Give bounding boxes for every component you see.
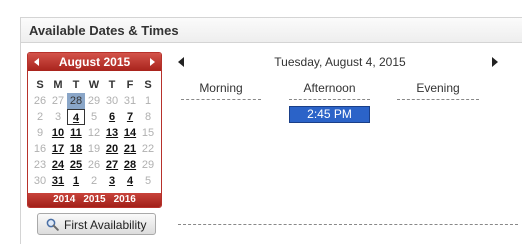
calendar-year-bar: 2014 2015 2016 [28,193,161,207]
calendar-day: 22 [141,143,155,155]
weekday-header: M [53,79,63,91]
calendar-day[interactable]: 20 [103,141,121,157]
calendar-day: 2 [90,175,98,187]
calendar-day: 31 [123,95,137,107]
calendar-day: 28 [67,93,85,109]
mini-calendar: August 2015 S M T W T F S 26 27 28 29 30 31 1 2 3 4 5 6 7 8 9… [27,52,162,208]
calendar-day: 30 [33,175,47,187]
time-slot-button[interactable]: 2:45 PM [289,106,370,123]
appointment-panel: Available Dates & Times August 2015 SMTW… [0,0,522,244]
next-month-icon[interactable] [150,58,155,66]
panel-title: Available Dates & Times [29,23,179,38]
calendar-day[interactable]: 11 [67,125,85,141]
year-link[interactable]: 2016 [114,194,136,205]
panel-header: Available Dates & Times [20,17,522,43]
magnifier-icon [46,218,59,231]
calendar-day[interactable]: 10 [49,125,67,141]
calendar-day: 19 [87,143,101,155]
calendar-day: 9 [36,127,44,139]
weekday-header: T [108,79,116,91]
calendar-day: 29 [141,159,155,171]
calendar-grid: S M T W T F S 26 27 28 29 30 31 1 2 3 4 5 6 7 8 9 10 11 12 13 14 15… [31,77,158,189]
calendar-day[interactable]: 28 [121,157,139,173]
calendar-day: 16 [33,143,47,155]
next-day-icon[interactable] [492,57,498,67]
calendar-day: 5 [144,175,152,187]
calendar-day: 15 [141,127,155,139]
calendar-month-label: August 2015 [58,55,131,69]
calendar-day[interactable]: 7 [121,109,139,125]
weekday-header: T [72,79,80,91]
calendar-day[interactable]: 24 [49,157,67,173]
calendar-day: 8 [144,111,152,123]
selected-date-label: Tuesday, August 4, 2015 [274,55,406,69]
calendar-day: 30 [105,95,119,107]
calendar-day[interactable]: 14 [121,125,139,141]
calendar-day[interactable]: 17 [49,141,67,157]
column-divider [397,99,479,100]
weekday-header: F [126,79,134,91]
calendar-day[interactable]: 3 [103,173,121,189]
first-availability-button[interactable]: First Availability [37,213,156,235]
column-divider [289,99,370,100]
calendar-day: 2 [36,111,44,123]
previous-day-icon[interactable] [178,57,184,67]
calendar-day[interactable]: 31 [49,173,67,189]
column-afternoon: Afternoon [303,81,356,95]
bottom-divider [178,224,518,225]
calendar-day-selected[interactable]: 4 [67,109,85,125]
calendar-day: 26 [33,95,47,107]
calendar-day: 26 [87,159,101,171]
calendar-day[interactable]: 18 [67,141,85,157]
calendar-day[interactable]: 4 [121,173,139,189]
year-link[interactable]: 2015 [83,194,105,205]
calendar-day[interactable]: 27 [103,157,121,173]
calendar-header: August 2015 [28,53,161,71]
calendar-day[interactable]: 1 [67,173,85,189]
column-divider [181,99,261,100]
calendar-day[interactable]: 25 [67,157,85,173]
calendar-day: 23 [33,159,47,171]
calendar-day[interactable]: 21 [121,141,139,157]
calendar-day: 1 [144,95,152,107]
calendar-day[interactable]: 13 [103,125,121,141]
calendar-day: 12 [87,127,101,139]
column-evening: Evening [416,81,460,95]
calendar-day[interactable]: 6 [103,109,121,125]
calendar-day: 3 [54,111,62,123]
column-morning: Morning [199,81,243,95]
weekday-header: S [36,79,44,91]
calendar-day: 27 [51,95,65,107]
weekday-header: W [88,79,100,91]
weekday-header: S [144,79,152,91]
calendar-day: 29 [87,95,101,107]
panel-border [20,43,21,244]
year-link[interactable]: 2014 [53,194,75,205]
first-availability-label: First Availability [64,218,147,232]
calendar-day: 5 [90,111,98,123]
